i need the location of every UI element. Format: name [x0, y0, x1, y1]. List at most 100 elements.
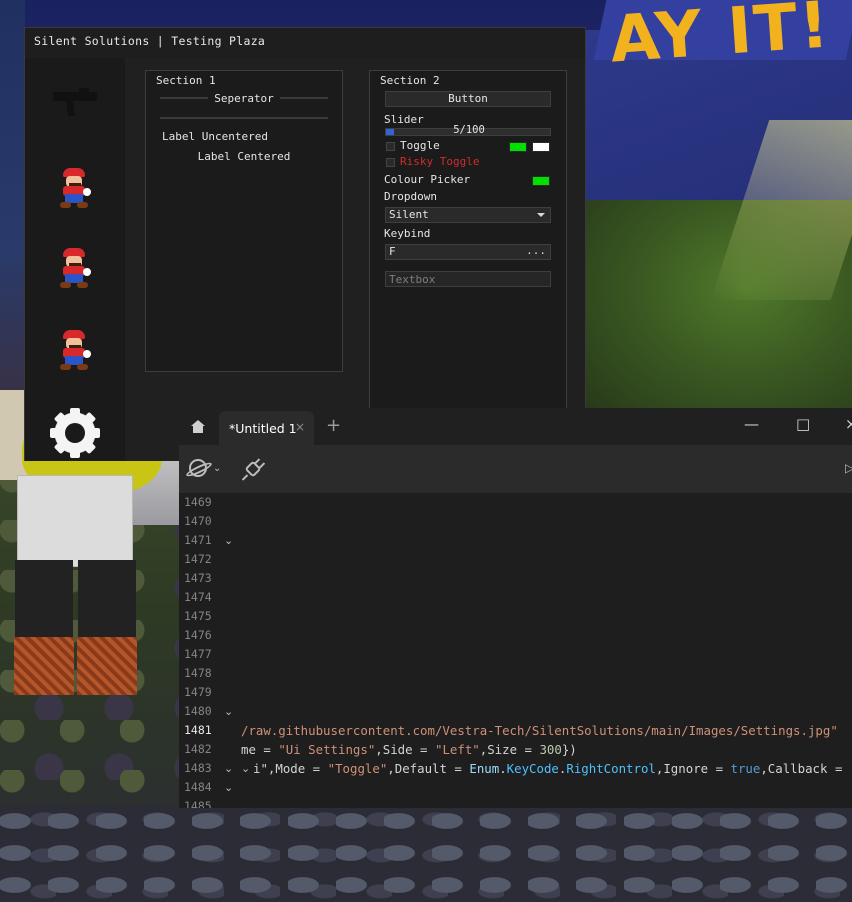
tab-mario-1[interactable] — [25, 154, 125, 224]
keybind-value: F — [389, 245, 396, 258]
section-1: Section 1 Seperator Label Uncentered Lab… — [145, 70, 343, 372]
fold-chevron-icon[interactable]: ⌄ — [224, 531, 233, 550]
risky-toggle-label: Risky Toggle — [400, 155, 480, 168]
separator: Seperator — [160, 91, 329, 105]
line-number: 1476 — [184, 628, 212, 642]
code-token: 300 — [539, 742, 562, 757]
plug-icon[interactable] — [241, 458, 266, 481]
fold-chevron-icon[interactable]: ⌄ — [224, 778, 233, 797]
code-text: /raw.githubusercontent.com/Vestra-Tech/S… — [241, 721, 838, 740]
line-number: 1475 — [184, 609, 212, 623]
separator-label: Seperator — [214, 91, 274, 105]
code-token: KeyCode — [506, 761, 559, 776]
slider-value: 5/100 — [453, 124, 485, 136]
colour-picker-label: Colour Picker — [384, 173, 471, 186]
fold-chevron-icon[interactable]: ⌄ — [224, 702, 233, 721]
toggle-colour-swatch[interactable] — [532, 142, 550, 152]
code-line[interactable]: 1482 me = "Ui Settings",Side = "Left",Siz… — [179, 740, 852, 759]
tab-untitled-1[interactable]: *Untitled 1 × — [219, 411, 314, 445]
code-line[interactable]: 1480 ⌄ — [179, 702, 852, 721]
code-area[interactable]: 1469 1470 1471 ⌄ 1472 1473 1474 1475 1476 1477 147… — [179, 493, 852, 808]
dropdown-value: Silent — [389, 208, 429, 221]
code-text: i",Mode = "Toggle",Default = Enum.KeyCod… — [253, 759, 842, 778]
code-token: /raw.githubusercontent.com/Vestra-Tech/S… — [241, 723, 838, 738]
code-line[interactable]: 1484 ⌄ — [179, 778, 852, 797]
divider — [160, 117, 328, 119]
tab-sidebar — [25, 58, 125, 461]
fold-chevron-icon[interactable]: ⌄ — [224, 759, 233, 778]
run-icon[interactable]: ▷ — [845, 461, 852, 475]
code-line[interactable]: 1483 ⌄ ⌄ i",Mode = "Toggle",Default = Enum.… — [179, 759, 852, 778]
risky-toggle-checkbox[interactable] — [386, 158, 395, 167]
section-title: Section 1 — [156, 74, 216, 87]
line-number: 1471 — [184, 533, 212, 547]
code-line[interactable]: 1469 — [179, 493, 852, 512]
ui-library-window[interactable]: Silent Solutions | Testing Plaza Section… — [24, 27, 586, 461]
keybind-more-icon[interactable]: ... — [526, 244, 546, 258]
tab-content: Section 1 Seperator Label Uncentered Lab… — [125, 58, 585, 461]
code-line[interactable]: 1478 — [179, 664, 852, 683]
minimize-button[interactable]: — — [744, 415, 759, 433]
chevron-down-icon[interactable]: ⌄ — [213, 463, 221, 474]
tab-weapons[interactable] — [25, 66, 125, 136]
code-token: ,Size = — [479, 742, 540, 757]
code-token: ,Callback = — [760, 761, 843, 776]
code-line[interactable]: 1485 — [179, 797, 852, 808]
line-number: 1484 — [184, 780, 212, 794]
line-number: 1473 — [184, 571, 212, 585]
code-token: ,Side = — [375, 742, 435, 757]
editor-toolbar: ⌄ ▷ — [179, 445, 852, 493]
section-title: Section 2 — [380, 74, 440, 87]
code-line[interactable]: 1477 — [179, 645, 852, 664]
code-token: me = — [241, 742, 279, 757]
code-line[interactable]: 1476 — [179, 626, 852, 645]
code-token: "Left" — [434, 742, 480, 757]
slider[interactable]: 5/100 — [385, 124, 551, 136]
window-close-button[interactable]: × — [845, 415, 852, 433]
chevron-down-icon — [537, 213, 545, 217]
line-number: 1480 — [184, 704, 212, 718]
code-token: }) — [561, 742, 577, 757]
mario-icon — [57, 248, 93, 290]
window-title: Silent Solutions | Testing Plaza — [34, 34, 266, 48]
dropdown[interactable]: Silent — [385, 207, 551, 223]
avatar-shoe — [77, 637, 137, 695]
tab-mario-3[interactable] — [25, 316, 125, 386]
separator-line — [160, 97, 209, 99]
home-button[interactable] — [179, 408, 217, 445]
line-number: 1470 — [184, 514, 212, 528]
line-number: 1469 — [184, 495, 212, 509]
line-number: 1478 — [184, 666, 212, 680]
code-line[interactable]: 1475 — [179, 607, 852, 626]
toggle-colour-swatch[interactable] — [509, 142, 527, 152]
code-line[interactable]: 1472 — [179, 550, 852, 569]
code-line[interactable]: 1471 ⌄ — [179, 531, 852, 550]
code-token: Enum — [469, 761, 500, 776]
textbox[interactable] — [385, 271, 551, 287]
tab-mario-2[interactable] — [25, 234, 125, 304]
code-line[interactable]: 1481/raw.githubusercontent.com/Vestra-Te… — [179, 721, 852, 740]
colour-picker-swatch[interactable] — [532, 176, 550, 186]
line-number: 1477 — [184, 647, 212, 661]
code-line[interactable]: 1470 — [179, 512, 852, 531]
code-token: i",Mode = — [253, 761, 328, 776]
line-number: 1474 — [184, 590, 212, 604]
code-line[interactable]: 1473 — [179, 569, 852, 588]
code-line[interactable]: 1474 — [179, 588, 852, 607]
section-2: Section 2 Button Slider 5/100 Toggle Ris… — [369, 70, 567, 430]
line-number: 1483 — [184, 761, 212, 775]
label-uncentered: Label Uncentered — [162, 130, 268, 143]
tab-settings[interactable] — [25, 398, 125, 468]
line-number: 1482 — [184, 742, 212, 756]
line-number: 1481 — [184, 723, 212, 737]
fold-chevron-icon: ⌄ — [241, 762, 251, 775]
button[interactable]: Button — [385, 91, 551, 107]
code-line[interactable]: 1479 — [179, 683, 852, 702]
maximize-button[interactable]: □ — [796, 415, 810, 433]
separator-line — [279, 97, 329, 99]
new-tab-button[interactable]: + — [326, 415, 341, 436]
toggle-checkbox[interactable] — [386, 142, 395, 151]
close-icon[interactable]: × — [295, 420, 305, 434]
keybind[interactable]: F ... — [385, 244, 551, 260]
line-number: 1472 — [184, 552, 212, 566]
